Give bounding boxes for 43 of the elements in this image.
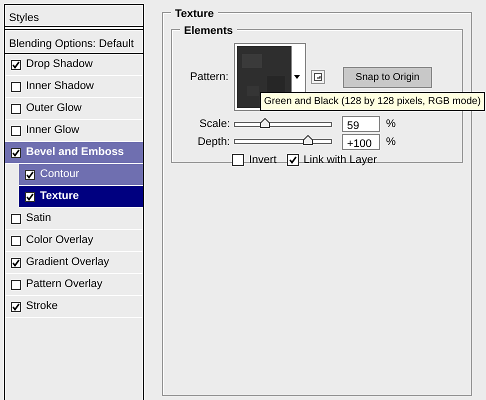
new-preset-button[interactable] (310, 70, 325, 84)
checkbox[interactable] (286, 154, 299, 166)
tooltip: Green and Black (128 by 128 pixels, RGB mode) (260, 92, 485, 111)
style-item[interactable]: Texture (19, 186, 143, 208)
option-label: Link with Layer (304, 153, 377, 168)
unit-label: % (386, 134, 396, 150)
checkbox[interactable] (232, 154, 244, 166)
style-item[interactable]: Gradient Overlay (5, 252, 143, 274)
style-item[interactable]: Outer Glow (5, 98, 143, 120)
style-item[interactable]: Drop Shadow (5, 54, 143, 76)
checkbox[interactable] (11, 214, 21, 224)
unit-label: % (386, 117, 396, 132)
slider-thumb[interactable] (302, 135, 313, 146)
checkbox[interactable] (11, 280, 21, 290)
style-item[interactable]: Color Overlay (5, 230, 143, 252)
style-item[interactable]: Satin (5, 208, 143, 230)
page-icon (314, 73, 322, 81)
style-item[interactable]: Bevel and Emboss (5, 142, 143, 164)
style-item[interactable]: Stroke (5, 296, 143, 318)
checkbox[interactable] (11, 236, 21, 246)
checkbox[interactable] (11, 104, 21, 114)
caret-icon (294, 75, 300, 79)
option-label: Invert (249, 153, 277, 168)
slider-thumb[interactable] (260, 118, 270, 128)
checkbox[interactable] (11, 126, 21, 136)
slider-label: Depth: (196, 134, 231, 150)
checkbox[interactable] (11, 60, 21, 70)
checkbox[interactable] (11, 258, 21, 268)
checkbox[interactable] (11, 82, 21, 92)
styles-header: Styles (5, 5, 143, 27)
snap-to-origin-button[interactable]: Snap to Origin (342, 66, 432, 88)
style-item[interactable]: Inner Shadow (5, 76, 143, 98)
blending-options-item[interactable]: Blending Options: Default (5, 29, 143, 54)
pattern-label: Pattern: (190, 70, 229, 85)
value-field[interactable]: +100 (342, 134, 380, 150)
checkbox[interactable] (25, 192, 35, 202)
checkbox[interactable] (25, 170, 35, 180)
style-item[interactable]: Pattern Overlay (5, 274, 143, 296)
slider-label: Scale: (198, 117, 231, 132)
value-field[interactable]: 59 (342, 116, 380, 132)
style-item[interactable]: Contour (19, 164, 143, 186)
checkbox[interactable] (11, 302, 21, 312)
checkbox[interactable] (11, 148, 21, 158)
